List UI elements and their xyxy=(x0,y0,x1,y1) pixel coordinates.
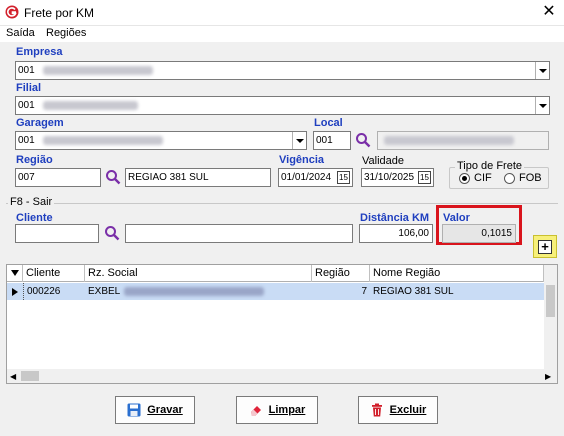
garagem-value: 001 xyxy=(18,135,35,146)
limpar-label: Limpar xyxy=(268,404,306,416)
app-logo-icon xyxy=(5,5,19,19)
empresa-label: Empresa xyxy=(16,46,63,58)
cell-nome-regiao: REGIAO 381 SUL xyxy=(373,286,454,297)
horizontal-scrollbar[interactable]: ◀ ▶ xyxy=(7,369,557,383)
cell-cliente: 000226 xyxy=(23,283,85,300)
local-label: Local xyxy=(314,117,343,129)
trash-icon xyxy=(371,403,382,417)
cell-rz-social-text: EXBEL xyxy=(88,286,121,297)
vigencia-label: Vigência xyxy=(279,154,325,166)
vertical-scrollbar[interactable] xyxy=(544,265,557,369)
cliente-name-field xyxy=(125,224,353,243)
gravar-label: Gravar xyxy=(147,404,183,416)
col-nome-regiao[interactable]: Nome Região xyxy=(370,265,544,282)
vigencia-value: 01/01/2024 xyxy=(281,172,332,183)
col-rz-social[interactable]: Rz. Social xyxy=(85,265,312,282)
validade-label: Validade xyxy=(362,155,404,167)
hscroll-thumb[interactable] xyxy=(21,371,39,381)
col-cliente[interactable]: Cliente xyxy=(23,265,85,282)
radio-fob[interactable] xyxy=(504,173,515,184)
local-name-field xyxy=(377,131,549,150)
filial-value: 001 xyxy=(18,100,35,111)
grid-header: Cliente Rz. Social Região Nome Região xyxy=(7,265,557,282)
excluir-button[interactable]: Excluir xyxy=(358,396,438,424)
menu-regioes[interactable]: Regiões xyxy=(46,27,86,39)
empresa-select[interactable]: 001 xyxy=(15,61,550,80)
cliente-search-icon[interactable] xyxy=(104,225,120,241)
table-row[interactable]: 000226 EXBEL 7 REGIAO 381 SUL xyxy=(7,283,544,300)
cliente-label: Cliente xyxy=(16,212,53,224)
distancia-input[interactable]: 106,00 xyxy=(359,224,433,243)
window-title: Frete por KM xyxy=(24,6,95,20)
section-divider xyxy=(6,203,558,204)
vigencia-date-input[interactable]: 01/01/2024 15 xyxy=(278,168,353,187)
filial-dropdown-icon[interactable] xyxy=(535,97,549,114)
garagem-dropdown-icon[interactable] xyxy=(292,132,306,149)
garagem-select[interactable]: 001 xyxy=(15,131,307,150)
tipo-frete-label: Tipo de Frete xyxy=(455,160,525,172)
distancia-label: Distância KM xyxy=(360,212,430,224)
scroll-thumb[interactable] xyxy=(546,285,555,317)
filial-select[interactable]: 001 xyxy=(15,96,550,115)
radio-fob-label: FOB xyxy=(519,172,542,184)
section-title: F8 - Sair xyxy=(8,196,55,208)
limpar-button[interactable]: Limpar xyxy=(236,396,318,424)
col-regiao[interactable]: Região xyxy=(312,265,370,282)
eraser-icon xyxy=(250,406,261,416)
redacted-text xyxy=(42,65,153,75)
calendar-icon[interactable]: 15 xyxy=(337,171,350,184)
cliente-code-input[interactable] xyxy=(15,224,99,243)
cell-regiao: 7 xyxy=(361,286,367,297)
empresa-dropdown-icon[interactable] xyxy=(535,62,549,79)
close-icon[interactable]: ✕ xyxy=(540,3,558,21)
save-icon xyxy=(127,403,141,417)
regiao-code-input[interactable]: 007 xyxy=(15,168,101,187)
calendar-icon[interactable]: 15 xyxy=(418,171,431,184)
scroll-right-icon[interactable]: ▶ xyxy=(545,372,551,381)
data-grid: Cliente Rz. Social Região Nome Região 00… xyxy=(6,264,558,384)
local-search-icon[interactable] xyxy=(355,132,371,148)
redacted-text xyxy=(124,286,265,296)
validade-date-input[interactable]: 31/10/2025 15 xyxy=(361,168,434,187)
menu-saida[interactable]: Saída xyxy=(6,27,35,39)
valor-label: Valor xyxy=(443,212,470,224)
valor-field: 0,1015 xyxy=(442,224,516,243)
filial-label: Filial xyxy=(16,82,42,94)
scroll-left-icon[interactable]: ◀ xyxy=(10,372,16,381)
redacted-text xyxy=(42,100,138,110)
regiao-label: Região xyxy=(16,154,53,166)
radio-cif-label: CIF xyxy=(474,172,492,184)
local-input[interactable]: 001 xyxy=(313,131,351,150)
redacted-text xyxy=(384,135,514,145)
garagem-label: Garagem xyxy=(16,117,64,129)
redacted-text xyxy=(42,135,163,145)
gravar-button[interactable]: Gravar xyxy=(115,396,195,424)
sort-down-icon xyxy=(11,270,19,276)
add-plus-icon[interactable]: + xyxy=(538,240,552,254)
radio-cif[interactable] xyxy=(459,173,470,184)
excluir-label: Excluir xyxy=(389,404,427,416)
empresa-value: 001 xyxy=(18,65,35,76)
row-indicator-header xyxy=(7,265,23,282)
regiao-search-icon[interactable] xyxy=(105,169,121,185)
cell-rz-social: EXBEL xyxy=(85,283,312,300)
row-pointer-icon xyxy=(12,288,18,296)
regiao-name-field: REGIAO 381 SUL xyxy=(125,168,271,187)
validade-value: 31/10/2025 xyxy=(364,172,415,183)
